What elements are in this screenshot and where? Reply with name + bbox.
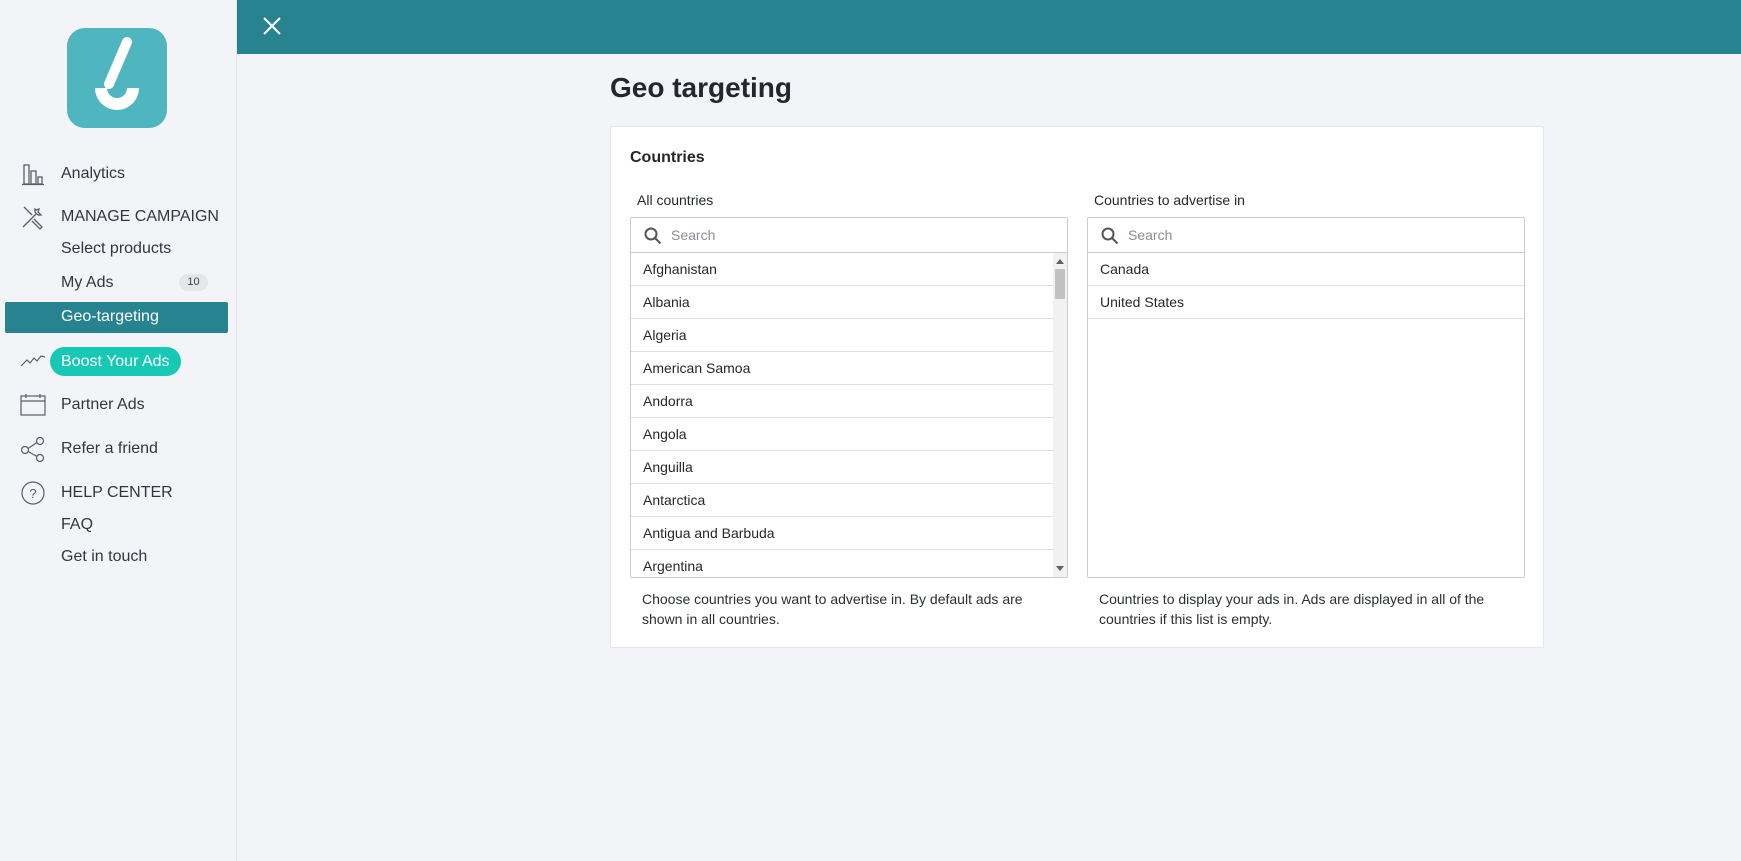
- scroll-down-arrow-icon[interactable]: [1056, 566, 1064, 571]
- all-countries-search: [631, 218, 1067, 253]
- nav-my-ads[interactable]: My Ads 10: [0, 268, 237, 298]
- list-item[interactable]: Afghanistan: [631, 253, 1053, 286]
- nav-select-products-label: Select products: [61, 240, 172, 257]
- svg-text:?: ?: [29, 486, 36, 501]
- all-countries-help: Choose countries you want to advertise i…: [642, 591, 1023, 627]
- all-countries-label: All countries: [637, 192, 714, 208]
- nav-get-in-touch[interactable]: Get in touch: [0, 542, 237, 572]
- list-item[interactable]: United States: [1088, 286, 1524, 319]
- nav-analytics-label: Analytics: [61, 165, 126, 182]
- nav-partner-ads[interactable]: Partner Ads: [0, 390, 237, 420]
- card-title: Countries: [630, 149, 705, 166]
- list-item[interactable]: Antarctica: [631, 484, 1053, 517]
- all-countries-list: AfghanistanAlbaniaAlgeriaAmerican SamoaA…: [630, 217, 1068, 578]
- my-ads-count-badge: 10: [179, 274, 208, 291]
- nav-manage-campaign-label: MANAGE CAMPAIGN: [61, 208, 219, 225]
- list-item[interactable]: Andorra: [631, 385, 1053, 418]
- nav-help-center-label: HELP CENTER: [61, 484, 173, 501]
- all-countries-items: Afghanistan Albania Algeria American Samoa A…: [631, 253, 1067, 577]
- scroll-thumb[interactable]: [1055, 269, 1065, 299]
- calendar-icon: [20, 392, 46, 418]
- nav-refer-a-friend-label: Refer a friend: [61, 440, 158, 457]
- nav-refer-a-friend[interactable]: Refer a friend: [0, 434, 237, 464]
- selected-countries-list: CanadaUnited States: [1087, 217, 1525, 578]
- nav-help-center[interactable]: ? HELP CENTER: [0, 478, 237, 508]
- selected-countries-label: Countries to advertise in: [1094, 192, 1245, 208]
- selected-countries-search-input[interactable]: [1128, 224, 1508, 246]
- all-countries-search-input[interactable]: [671, 224, 1051, 246]
- nav-analytics[interactable]: Analytics: [0, 159, 237, 189]
- list-item[interactable]: Angola: [631, 418, 1053, 451]
- list-item[interactable]: Algeria: [631, 319, 1053, 352]
- app-logo[interactable]: [67, 28, 167, 128]
- nav-manage-campaign[interactable]: MANAGE CAMPAIGN: [0, 202, 237, 232]
- nav-partner-ads-label: Partner Ads: [61, 396, 145, 413]
- nav-geo-targeting-label: Geo-targeting: [61, 308, 159, 325]
- help-circle-icon: ?: [20, 480, 46, 506]
- all-countries-scrollbar[interactable]: [1053, 253, 1067, 577]
- list-item[interactable]: Argentina: [631, 550, 1053, 577]
- nav-my-ads-label: My Ads: [61, 274, 114, 291]
- sidebar: Analytics MANAGE CAMPAIGN Select product…: [0, 0, 237, 861]
- share-icon: [20, 436, 46, 462]
- trending-up-icon: [20, 348, 46, 374]
- list-item[interactable]: American Samoa: [631, 352, 1053, 385]
- nav-geo-targeting[interactable]: Geo-targeting: [5, 302, 228, 333]
- list-item[interactable]: Antigua and Barbuda: [631, 517, 1053, 550]
- list-item[interactable]: Anguilla: [631, 451, 1053, 484]
- nav-get-in-touch-label: Get in touch: [61, 548, 148, 565]
- scroll-up-arrow-icon[interactable]: [1056, 259, 1064, 264]
- list-item[interactable]: Canada: [1088, 253, 1524, 286]
- list-item[interactable]: Albania: [631, 286, 1053, 319]
- close-icon[interactable]: [259, 13, 285, 39]
- nav-select-products[interactable]: Select products: [0, 234, 237, 264]
- search-icon: [644, 227, 662, 245]
- countries-card: Countries All countries AfghanistanAlban…: [610, 126, 1544, 648]
- tools-icon: [20, 204, 46, 230]
- top-bar: [237, 0, 1741, 54]
- boost-your-ads-button[interactable]: Boost Your Ads: [50, 347, 181, 376]
- selected-countries-help: Countries to display your ads in. Ads ar…: [1099, 591, 1485, 627]
- selected-countries-search: [1088, 218, 1524, 253]
- search-icon: [1101, 227, 1119, 245]
- selected-countries-items: Canada United States: [1088, 253, 1524, 577]
- nav-faq-label: FAQ: [61, 516, 94, 533]
- page-title: Geo targeting: [610, 72, 793, 103]
- bar-chart-icon: [20, 161, 46, 187]
- nav-faq[interactable]: FAQ: [0, 510, 237, 540]
